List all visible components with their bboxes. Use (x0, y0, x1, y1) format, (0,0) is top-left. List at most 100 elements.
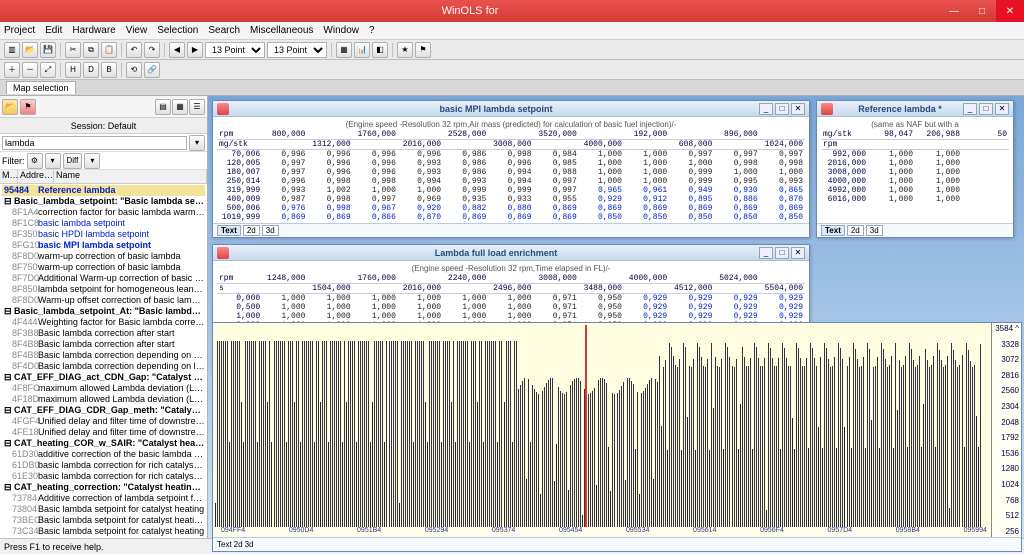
tree-item[interactable]: 8F7D0Additional Warm-up correction of ba… (2, 273, 205, 284)
menu-help[interactable]: ? (369, 25, 375, 36)
tool-redo-icon[interactable]: ↷ (144, 42, 160, 58)
mdi2-max-icon[interactable]: □ (775, 247, 789, 259)
tree-group[interactable]: ⊟ Basic_lambda_setpoint: "Basic lambda s… (2, 196, 205, 207)
mdi1-tab-3d[interactable]: 3d (262, 225, 279, 236)
session-label[interactable]: Session: Default (0, 118, 207, 134)
tool-open-icon[interactable]: 📂 (22, 42, 38, 58)
pointsize-select-2[interactable]: 13 Point (267, 42, 327, 58)
mdi1-tab-text[interactable]: Text (217, 225, 241, 236)
mdi3-table[interactable]: mg/stk98,047206,98850rpm992,0001,0001,00… (821, 130, 1009, 204)
tool-zoom-in-icon[interactable]: ＋ (4, 62, 20, 78)
menu-selection[interactable]: Selection (157, 25, 198, 36)
tree-item[interactable]: 8F4B8Basic lambda correction after start (2, 339, 205, 350)
tool-sync-icon[interactable]: ⟲ (126, 62, 142, 78)
maximize-button[interactable]: □ (968, 0, 996, 22)
graph-window[interactable]: 3584 ^3328307228162560230420481792153612… (212, 322, 1022, 552)
sidebar-variant-icon[interactable]: ⚑ (20, 99, 36, 115)
tree-item[interactable]: 73F9CAdditive correction of lambda for c… (2, 537, 205, 538)
menu-window[interactable]: Window (323, 25, 359, 36)
tree-group[interactable]: ⊟ CAT_heating_COR_w_SAIR: "Catalyst heat… (2, 438, 205, 449)
tree-item[interactable]: 61DB0basic lambda correction for rich ca… (2, 460, 205, 471)
tree-item[interactable]: 73804Basic lambda setpoint for catalyst … (2, 504, 205, 515)
menu-hardware[interactable]: Hardware (72, 25, 115, 36)
mdi1-min-icon[interactable]: _ (759, 103, 773, 115)
close-button[interactable]: ✕ (996, 0, 1024, 22)
sidebar-view1-icon[interactable]: ▤ (155, 99, 171, 115)
tree-item[interactable]: 73784Additive correction of lambda setpo… (2, 493, 205, 504)
tree-item[interactable]: 8F1C8basic lambda setpoint (2, 218, 205, 229)
menu-misc[interactable]: Miscellaneous (250, 25, 313, 36)
tool-next-icon[interactable]: ▶ (187, 42, 203, 58)
tool-grid-icon[interactable]: ▦ (336, 42, 352, 58)
mdi1-table[interactable]: rpm800,0001760,0002528,0003520,000192,00… (217, 130, 805, 222)
graph-tab-text[interactable]: Text (217, 540, 232, 549)
map-tree[interactable]: 95484Reference lambda⊟ Basic_lambda_setp… (0, 184, 207, 538)
tree-item[interactable]: 73BECBasic lambda setpoint for catalyst … (2, 515, 205, 526)
tool-new-icon[interactable]: ▥ (4, 42, 20, 58)
tool-mark-icon[interactable]: ★ (397, 42, 413, 58)
tool-copy-icon[interactable]: ⧉ (83, 42, 99, 58)
tool-dec-icon[interactable]: D (83, 62, 99, 78)
tree-group[interactable]: ⊟ CAT_EFF_DIAG_act_CDN_Gap: "Catalyst ef… (2, 372, 205, 383)
tab-map-selection[interactable]: Map selection (6, 81, 76, 94)
tree-item[interactable]: 4F18Dmaximum allowed Lambda deviation (L… (2, 394, 205, 405)
tree-item[interactable]: 8F4D0Basic lambda correction depending o… (2, 361, 205, 372)
tool-paste-icon[interactable]: 📋 (101, 42, 117, 58)
tree-item[interactable]: 8F4B8Basic lambda correction depending o… (2, 350, 205, 361)
minimize-button[interactable]: — (940, 0, 968, 22)
mdi2-min-icon[interactable]: _ (759, 247, 773, 259)
col-name[interactable]: Name (54, 170, 207, 183)
tool-bin-icon[interactable]: B (101, 62, 117, 78)
tree-item[interactable]: 8F8D0warm-up correction of basic lambda (2, 251, 205, 262)
tree-item[interactable]: 8F850lambda setpoint for homogeneous lea… (2, 284, 205, 295)
tool-link-icon[interactable]: 🔗 (144, 62, 160, 78)
filter-mode-icon[interactable]: ⚙ (27, 153, 43, 169)
mdi3-tab-2d[interactable]: 2d (847, 225, 864, 236)
graph-tab-3d[interactable]: 3d (245, 540, 254, 549)
mdi2-close-icon[interactable]: ✕ (791, 247, 805, 259)
tree-group[interactable]: ⊟ CAT_EFF_DIAG_CDR_Gap_meth: "Catalyst e… (2, 405, 205, 416)
filter-clear-icon[interactable]: ▾ (84, 153, 100, 169)
diff-button[interactable]: Diff (63, 153, 83, 169)
tree-item[interactable]: 4FE18Unified delay and filter time of do… (2, 427, 205, 438)
mdi-reference-lambda[interactable]: Reference lambda * _ □ ✕ (same as NAF bu… (816, 100, 1014, 238)
tree-item[interactable]: 61E30basic lambda correction for rich ca… (2, 471, 205, 482)
tree-item[interactable]: 4FGF4Unified delay and filter time of do… (2, 416, 205, 427)
tool-cut-icon[interactable]: ✂ (65, 42, 81, 58)
tree-item[interactable]: 8F3B8Basic lambda correction after start (2, 328, 205, 339)
pointsize-select-1[interactable]: 13 Point (205, 42, 265, 58)
col-m[interactable]: M… (0, 170, 18, 183)
tool-save-icon[interactable]: 💾 (40, 42, 56, 58)
tree-item[interactable]: 8F750warm-up correction of basic lambda (2, 262, 205, 273)
mdi1-max-icon[interactable]: □ (775, 103, 789, 115)
tree-item[interactable]: 73C34Basic lambda setpoint for catalyst … (2, 526, 205, 537)
sidebar-open-icon[interactable]: 📂 (2, 99, 18, 115)
graph-cursor[interactable] (585, 325, 587, 527)
graph-tab-2d[interactable]: 2d (234, 540, 243, 549)
lambda-input[interactable] (2, 136, 187, 150)
col-addr[interactable]: Addre… (18, 170, 54, 183)
tree-item[interactable]: 4F8FCmaximum allowed Lambda deviation (L… (2, 383, 205, 394)
tool-hex-icon[interactable]: H (65, 62, 81, 78)
tool-undo-icon[interactable]: ↶ (126, 42, 142, 58)
tree-item[interactable]: 95484Reference lambda (2, 185, 205, 196)
tool-3d-icon[interactable]: ◧ (372, 42, 388, 58)
menu-project[interactable]: Project (4, 25, 35, 36)
mdi-basic-mpi-lambda[interactable]: basic MPI lambda setpoint _ □ ✕ (Engine … (212, 100, 810, 238)
sidebar-view2-icon[interactable]: ▦ (172, 99, 188, 115)
tool-chart-icon[interactable]: 📊 (354, 42, 370, 58)
mdi3-min-icon[interactable]: _ (963, 103, 977, 115)
mdi3-tab-text[interactable]: Text (821, 225, 845, 236)
tree-item[interactable]: 8F8D0Warm-up offset correction of basic … (2, 295, 205, 306)
sidebar-view3-icon[interactable]: ☰ (189, 99, 205, 115)
tool-fit-icon[interactable]: ⤢ (40, 62, 56, 78)
mdi1-close-icon[interactable]: ✕ (791, 103, 805, 115)
mdi1-tab-2d[interactable]: 2d (243, 225, 260, 236)
tree-item[interactable]: 61D30additive correction of the basic la… (2, 449, 205, 460)
menu-edit[interactable]: Edit (45, 25, 62, 36)
tool-flag-icon[interactable]: ⚑ (415, 42, 431, 58)
tree-item[interactable]: 8F1A4correction factor for basic lambda … (2, 207, 205, 218)
mdi3-close-icon[interactable]: ✕ (995, 103, 1009, 115)
filter-type-icon[interactable]: ▾ (45, 153, 61, 169)
tool-prev-icon[interactable]: ◀ (169, 42, 185, 58)
